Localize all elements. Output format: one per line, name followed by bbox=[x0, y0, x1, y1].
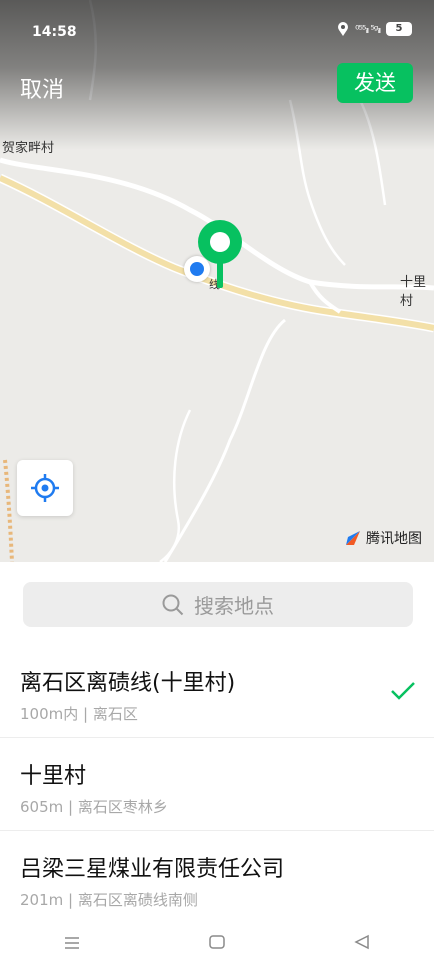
results-list: 离石区离碛线(十里村) 100m内 | 离石区 十里村 605m | 离石区枣林… bbox=[0, 645, 434, 923]
signal-icon: ⁰⁵⁵ᵢₗₗ ⁵ᵍᵢₗₗ bbox=[355, 22, 381, 36]
result-subtitle: 201m | 离石区离碛线南侧 bbox=[20, 891, 198, 909]
result-subtitle: 100m内 | 离石区 bbox=[20, 705, 138, 723]
map-label-village-right: 十里村 bbox=[400, 275, 427, 309]
search-input[interactable]: 搜索地点 bbox=[23, 582, 413, 627]
back-button[interactable] bbox=[332, 934, 392, 955]
status-icons: ⁰⁵⁵ᵢₗₗ ⁵ᵍᵢₗₗ 5 bbox=[337, 22, 412, 36]
map-logo-text: 腾讯地图 bbox=[366, 531, 422, 547]
result-title: 吕梁三星煤业有限责任公司 bbox=[20, 857, 285, 882]
map-provider-logo: 腾讯地图 bbox=[344, 528, 422, 548]
result-title: 离石区离碛线(十里村) bbox=[20, 671, 236, 696]
send-button[interactable]: 发送 bbox=[337, 63, 413, 103]
home-icon bbox=[209, 934, 225, 949]
search-icon bbox=[162, 594, 184, 615]
list-item[interactable]: 离石区离碛线(十里村) 100m内 | 离石区 bbox=[0, 645, 434, 738]
search-placeholder: 搜索地点 bbox=[194, 594, 274, 618]
status-bar: 14:58 ⁰⁵⁵ᵢₗₗ ⁵ᵍᵢₗₗ 5 bbox=[0, 0, 434, 62]
battery-icon: 5 bbox=[386, 22, 412, 36]
locate-me-button[interactable] bbox=[17, 460, 73, 516]
system-nav-bar bbox=[0, 920, 434, 968]
location-pin-icon[interactable] bbox=[196, 218, 244, 288]
result-title: 十里村 bbox=[20, 764, 87, 789]
list-item[interactable]: 十里村 605m | 离石区枣林乡 bbox=[0, 738, 434, 831]
home-button[interactable] bbox=[187, 934, 247, 955]
checkmark-icon bbox=[391, 682, 415, 700]
menu-icon bbox=[65, 936, 80, 949]
cancel-button[interactable]: 取消 bbox=[20, 72, 64, 104]
map-label-village-left: 贺家畔村 bbox=[2, 141, 55, 156]
menu-button[interactable] bbox=[42, 934, 102, 955]
result-subtitle: 605m | 离石区枣林乡 bbox=[20, 798, 168, 816]
status-time: 14:58 bbox=[32, 24, 77, 40]
location-status-icon bbox=[338, 22, 349, 36]
back-icon bbox=[353, 934, 369, 949]
tencent-map-logo-icon bbox=[346, 531, 360, 545]
crosshair-icon bbox=[31, 474, 59, 502]
list-item[interactable]: 吕梁三星煤业有限责任公司 201m | 离石区离碛线南侧 bbox=[0, 831, 434, 923]
